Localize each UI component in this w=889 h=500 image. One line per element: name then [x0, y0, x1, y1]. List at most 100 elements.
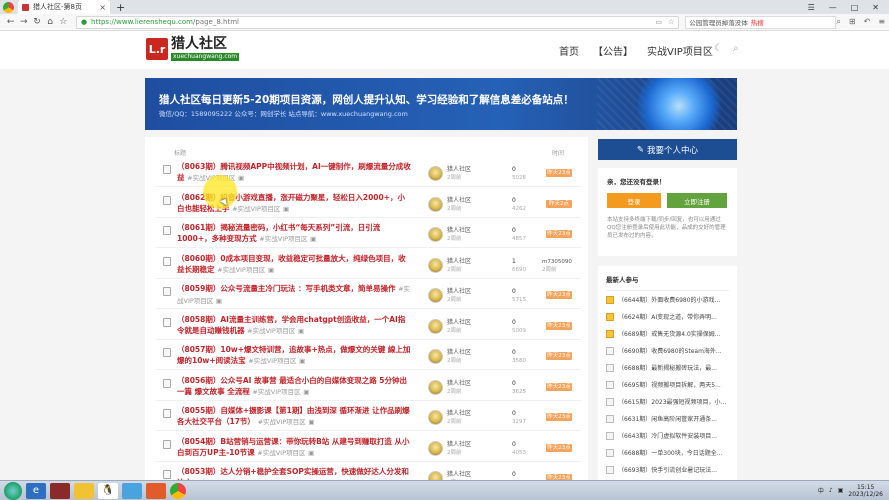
- thread-title[interactable]: （8058期）AI流量主训练营，学会用chatgpt创造收益，一个AI指令就是自…: [177, 314, 412, 337]
- avatar[interactable]: [428, 196, 443, 212]
- site-search-icon[interactable]: ⌕: [733, 43, 739, 54]
- thread-row[interactable]: （8054期）B站营销与运营课：带你玩转B站 从建号到赚取打造 从小白到百万UP…: [156, 434, 581, 462]
- register-button[interactable]: 立即注册: [667, 193, 727, 208]
- browser-tab[interactable]: 猎人社区-第8页 ×: [18, 0, 110, 14]
- thread-title[interactable]: （8059期）公众号流量主冷门玩法 ：写手机类文章，简单易操作 #实战VIP项目…: [177, 283, 412, 307]
- site-logo[interactable]: L.r 猎人社区 xuechuangwang.com: [146, 36, 240, 61]
- list-item[interactable]: （6695期）视频搬项目拆解，两天5...: [606, 376, 729, 393]
- avatar[interactable]: [428, 349, 443, 364]
- list-item[interactable]: （6631期）闲鱼高阶闲管家开通条...: [606, 410, 729, 427]
- list-item[interactable]: （6644期）外面收费6980的小游戏...: [606, 291, 729, 308]
- tab-close-icon[interactable]: ×: [99, 3, 106, 12]
- taskbar-ppt-icon[interactable]: [146, 482, 166, 499]
- reply-count: 0: [512, 440, 516, 448]
- menu-icon[interactable]: ≡: [878, 17, 885, 27]
- thread-row[interactable]: （8056期）公众号AI 故事营 最适合小白的自媒体变现之路 5分钟出一篇 爆文…: [156, 373, 581, 401]
- volume-icon[interactable]: ♪: [829, 487, 833, 494]
- thread-row[interactable]: （8058期）AI流量主训练营，学会用chatgpt创造收益，一个AI指令就是自…: [156, 312, 581, 340]
- avatar[interactable]: [428, 257, 443, 273]
- list-item[interactable]: （6689期）戒售无货源4.0实操保姆...: [606, 325, 729, 342]
- avatar[interactable]: [428, 227, 443, 242]
- new-tab-icon[interactable]: +: [116, 1, 125, 14]
- clock[interactable]: 15:15 2023/12/26: [848, 484, 883, 498]
- avatar[interactable]: [428, 166, 443, 181]
- nav-announcement[interactable]: 【公告】: [593, 43, 633, 58]
- reply-count: 0: [512, 410, 516, 417]
- thread-tag[interactable]: #实战VIP项目区: [247, 327, 295, 335]
- dark-mode-icon[interactable]: ☾: [714, 43, 723, 54]
- thread-stats: 0 4857: [512, 227, 526, 243]
- extensions-icon[interactable]: ⊞: [849, 17, 856, 27]
- list-item[interactable]: （6615期）2023最强短视频项目，小...: [606, 393, 729, 410]
- start-button-icon[interactable]: [4, 481, 22, 500]
- thread-row[interactable]: （8061期）揭秘流量密码，小红书“每天系列”引流，日引流1000+，多种变现方…: [156, 220, 581, 248]
- thread-icon: [606, 448, 614, 457]
- thread-tag[interactable]: #实战VIP项目区: [259, 235, 307, 243]
- back-icon[interactable]: ←: [4, 17, 17, 27]
- thread-row[interactable]: （8055期）自媒体+摄影课【第1期】由浅到深 循环渐进 让作品刷爆 各大社交平…: [156, 403, 581, 431]
- thread-title[interactable]: （8055期）自媒体+摄影课【第1期】由浅到深 循环渐进 让作品刷爆 各大社交平…: [177, 405, 412, 428]
- maximize-icon[interactable]: □: [851, 3, 859, 12]
- thread-title[interactable]: （8054期）B站营销与运营课：带你玩转B站 从建号到赚取打造 从小白到百万UP…: [177, 436, 412, 459]
- browser-logo-icon[interactable]: [3, 1, 14, 13]
- home-icon[interactable]: ⌂: [44, 17, 57, 27]
- thread-tag[interactable]: #实战VIP项目区: [248, 357, 296, 365]
- view-count: 3580: [512, 358, 526, 364]
- list-item[interactable]: （6643期）冷门虚拟软件安装项目...: [606, 427, 729, 444]
- user-center-label: 我要个人中心: [647, 145, 699, 156]
- minimize-icon[interactable]: —: [829, 3, 837, 12]
- forward-icon[interactable]: →: [17, 17, 30, 27]
- document-icon: [163, 317, 171, 327]
- reader-icon[interactable]: ▭: [655, 18, 662, 26]
- taskbar-network-icon[interactable]: [122, 482, 142, 499]
- favorite-icon[interactable]: ☆: [668, 18, 674, 26]
- network-status-icon[interactable]: ▣: [838, 487, 844, 494]
- taskbar-folder-icon[interactable]: [74, 482, 94, 499]
- welcome-text: 亲，您还没有登录！: [607, 178, 666, 186]
- list-item[interactable]: （6688期）最新揭秘搬砖玩法，最...: [606, 359, 729, 376]
- last-reply-user[interactable]: m7305090 2周前: [542, 258, 572, 274]
- login-button[interactable]: 登录: [607, 193, 661, 208]
- nav-vip-projects[interactable]: 实战VIP项目区: [647, 43, 713, 58]
- list-item[interactable]: （6690期）收费6980的Steam海外...: [606, 342, 729, 359]
- url-field[interactable]: ● https://www.lierenshequ.com /page_8.ht…: [75, 15, 680, 29]
- avatar[interactable]: [428, 440, 443, 456]
- thread-row[interactable]: （8060期）0成本项目变现，收益稳定可批量放大，纯绿色项目，收益长期稳定 #实…: [156, 251, 581, 279]
- thread-tag[interactable]: #实战VIP项目区: [217, 266, 265, 274]
- list-item[interactable]: （6693期）快手引流创业暑记玩法...: [606, 461, 729, 478]
- logo-name: 猎人社区: [171, 36, 227, 52]
- thread-tag[interactable]: #实战VIP项目区: [232, 205, 280, 213]
- nav-home[interactable]: 首页: [559, 43, 579, 58]
- close-window-icon[interactable]: ✕: [872, 3, 879, 12]
- taskbar-qq-icon[interactable]: 🐧: [98, 482, 118, 499]
- thread-icon: [606, 312, 614, 321]
- thread-tag[interactable]: #实战VIP项目区: [257, 449, 305, 457]
- undo-icon[interactable]: ↶: [864, 17, 871, 27]
- taskbar-browser-icon[interactable]: [170, 482, 186, 499]
- taskbar-ie-icon[interactable]: e: [26, 482, 46, 499]
- thread-tag[interactable]: #实战VIP项目区: [258, 418, 306, 426]
- user-center-button[interactable]: ✎ 我要个人中心: [598, 139, 737, 160]
- avatar[interactable]: [428, 318, 443, 334]
- thread-title[interactable]: （8056期）公众号AI 故事营 最适合小白的自媒体变现之路 5分钟出一篇 爆文…: [177, 375, 412, 398]
- reply-count: 0: [512, 166, 516, 173]
- image-icon: ▣: [267, 265, 275, 274]
- bookmark-icon[interactable]: ☆: [57, 17, 70, 27]
- thread-row[interactable]: （8059期）公众号流量主冷门玩法 ：写手机类文章，简单易操作 #实战VIP项目…: [156, 281, 581, 309]
- search-icon[interactable]: ⌕: [836, 17, 840, 27]
- refresh-icon[interactable]: ↻: [30, 17, 43, 27]
- list-item[interactable]: （6624期）AI变现之道，带你弄明...: [606, 308, 729, 325]
- thread-row[interactable]: （8057期）10w+爆文特训营，追故事+热点，做爆文的关键 線上加爆的10w+…: [156, 342, 581, 370]
- browser-search-input[interactable]: 公园管理员掉落没体 热搜: [685, 15, 837, 29]
- thread-title[interactable]: （8060期）0成本项目变现，收益稳定可批量放大，纯绿色项目，收益长期稳定 #实…: [177, 253, 412, 276]
- list-item[interactable]: （6688期）一单300块，今日话题全...: [606, 444, 729, 461]
- thread-title[interactable]: （8061期）揭秘流量密码，小红书“每天系列”引流，日引流1000+，多种变现方…: [177, 222, 412, 245]
- avatar[interactable]: [428, 288, 443, 303]
- thread-tag[interactable]: #实战VIP项目区: [252, 388, 300, 396]
- thread-title[interactable]: （8057期）10w+爆文特训营，追故事+热点，做爆文的关键 線上加爆的10w+…: [177, 344, 412, 367]
- avatar[interactable]: [428, 410, 443, 425]
- avatar[interactable]: [428, 379, 443, 395]
- ime-indicator[interactable]: 中: [818, 486, 824, 495]
- taskbar-media-icon[interactable]: [50, 482, 70, 499]
- window-menu-icon[interactable]: ☰: [808, 3, 815, 12]
